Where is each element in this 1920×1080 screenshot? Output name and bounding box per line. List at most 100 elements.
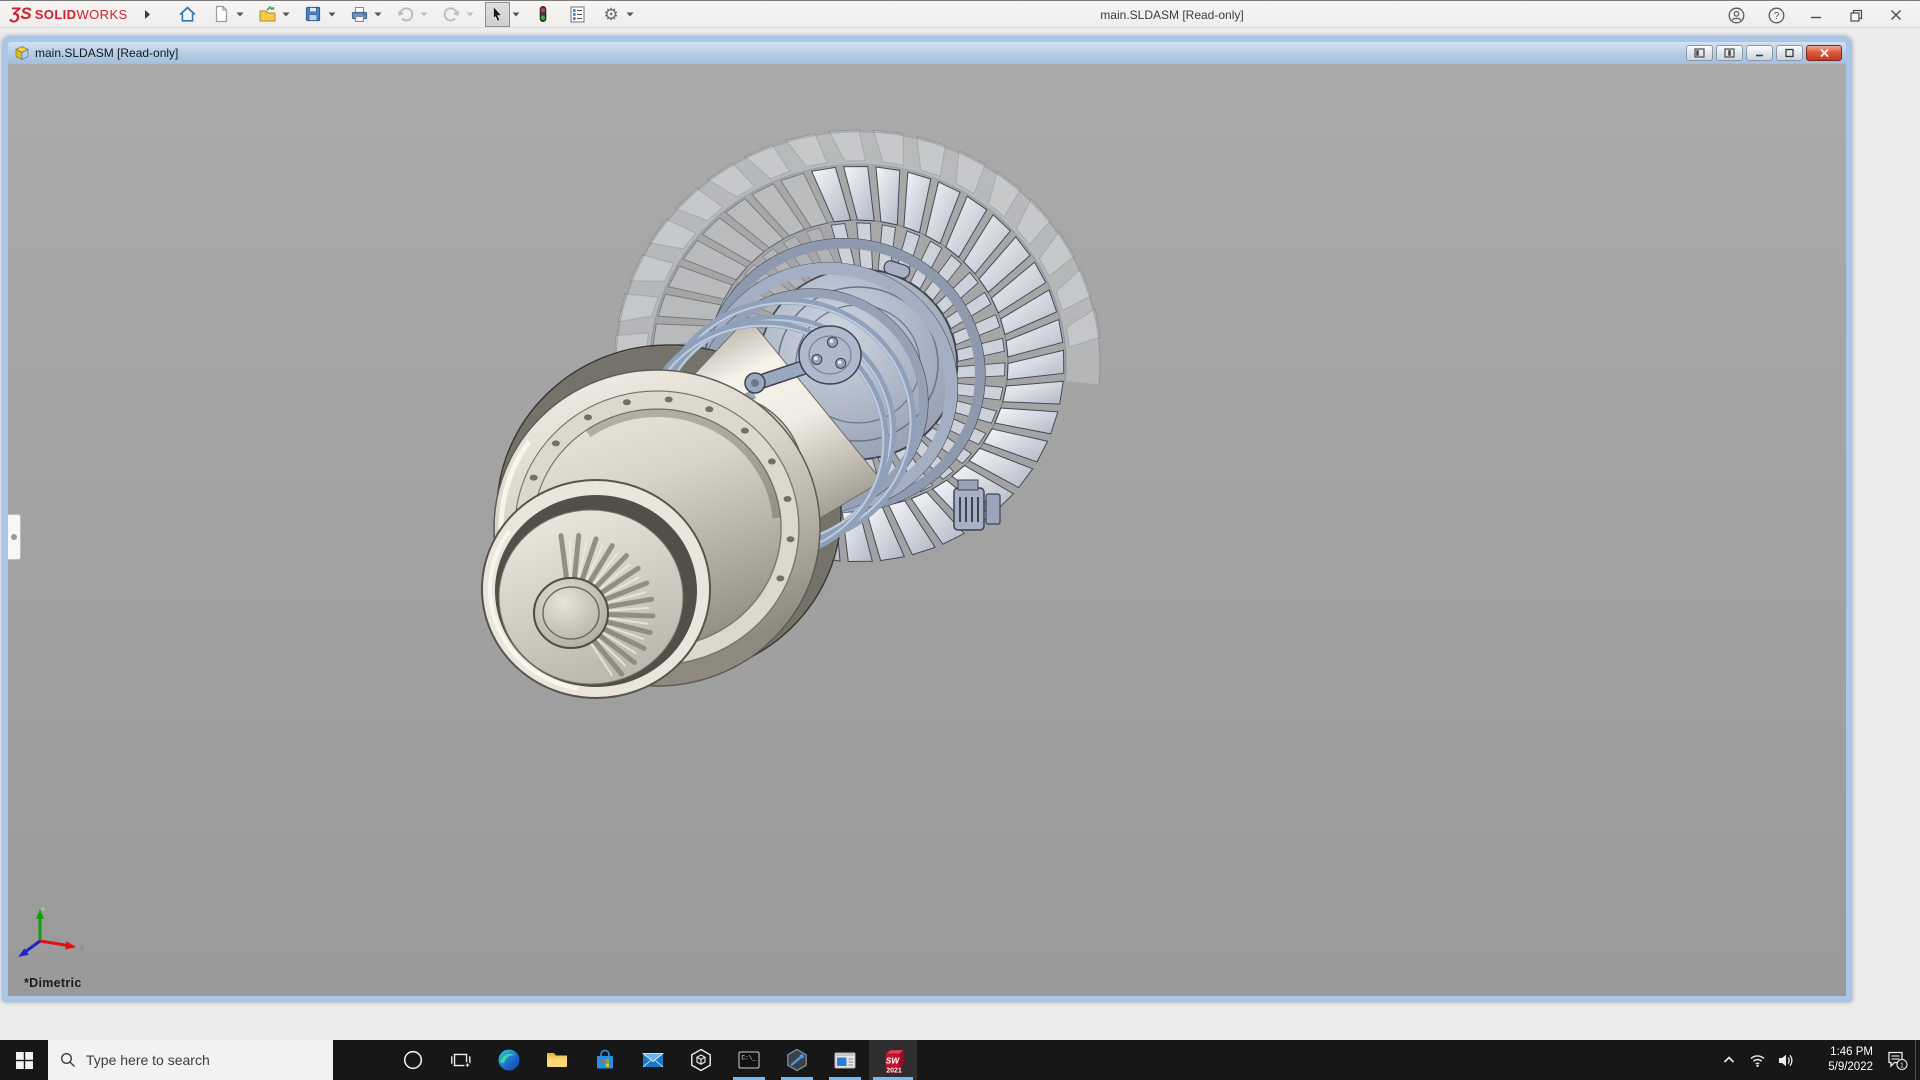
solidworks-2021-icon: SW 2021	[880, 1047, 907, 1074]
search-input[interactable]	[86, 1052, 316, 1068]
tray-wifi-button[interactable]	[1743, 1040, 1771, 1080]
show-pane-right-button[interactable]	[1716, 45, 1743, 61]
edge-icon	[496, 1047, 522, 1073]
file-properties-button[interactable]	[565, 2, 590, 27]
select-tool-dropdown[interactable]	[511, 2, 522, 27]
rebuild-traffic-light-icon	[534, 5, 552, 23]
clock-date: 5/9/2022	[1803, 1060, 1873, 1075]
screen: ƷS SOLID WORKS	[0, 0, 1920, 1080]
edrawings-icon	[784, 1047, 810, 1073]
close-button[interactable]	[1876, 1, 1916, 29]
taskbar-search[interactable]	[48, 1040, 333, 1080]
help-button[interactable]: ?	[1756, 1, 1796, 29]
save-icon	[304, 5, 322, 23]
redo-icon	[442, 5, 461, 24]
jet-engine-3d-model[interactable]	[8, 64, 1846, 996]
task-view-icon	[449, 1048, 473, 1072]
taskbar-solidworks-button[interactable]: SW 2021	[869, 1040, 917, 1080]
undo-dropdown[interactable]	[419, 2, 430, 27]
tray-volume-button[interactable]	[1771, 1040, 1799, 1080]
taskbar: C:\_	[0, 1040, 1920, 1080]
restore-icon	[1849, 8, 1864, 23]
taskbar-store-button[interactable]	[581, 1040, 629, 1080]
document-titlebar[interactable]: main.SLDASM [Read-only]	[8, 42, 1846, 64]
select-arrow-icon	[488, 5, 506, 23]
taskbar-edge-button[interactable]	[485, 1040, 533, 1080]
action-center-button[interactable]: 1	[1879, 1040, 1915, 1080]
home-button[interactable]	[175, 2, 200, 27]
print-dropdown[interactable]	[373, 2, 384, 27]
redo-dropdown[interactable]	[465, 2, 476, 27]
taskbar-clock[interactable]: 1:46 PM 5/9/2022	[1803, 1045, 1873, 1075]
splitter-grip-icon	[11, 534, 17, 540]
logo-text-light: WORKS	[76, 7, 127, 22]
restore-button[interactable]	[1836, 1, 1876, 29]
taskbar-cortana-button[interactable]	[389, 1040, 437, 1080]
save-dropdown[interactable]	[327, 2, 338, 27]
print-icon	[350, 5, 369, 24]
taskbar-app-icons: C:\_	[389, 1040, 917, 1080]
orientation-triad[interactable]: x	[10, 906, 88, 984]
wifi-icon	[1749, 1052, 1766, 1069]
volume-icon	[1777, 1052, 1794, 1069]
document-restore-button[interactable]	[1776, 45, 1803, 61]
taskbar-3d-viewer-button[interactable]	[677, 1040, 725, 1080]
redo-button[interactable]	[439, 2, 464, 27]
app-window-controls: ?	[1716, 1, 1916, 29]
solidworks-logo-mark-icon: ƷS	[10, 4, 32, 24]
new-document-dropdown[interactable]	[235, 2, 246, 27]
cortana-icon	[401, 1048, 425, 1072]
open-dropdown[interactable]	[281, 2, 292, 27]
open-button[interactable]	[255, 2, 280, 27]
sw-letters: SW	[885, 1055, 900, 1065]
undo-button[interactable]	[393, 2, 418, 27]
taskbar-edrawings-button[interactable]	[773, 1040, 821, 1080]
tray-chevron-button[interactable]	[1715, 1040, 1743, 1080]
triad-y-tip-dot	[41, 907, 45, 911]
app-window-icon	[832, 1047, 858, 1073]
svg-text:?: ?	[1773, 11, 1779, 22]
file-properties-icon	[568, 5, 587, 24]
account-button[interactable]	[1716, 1, 1756, 29]
search-icon	[60, 1052, 76, 1068]
start-button[interactable]	[0, 1040, 48, 1080]
minimize-button[interactable]	[1796, 1, 1836, 29]
taskbar-app-window-button[interactable]	[821, 1040, 869, 1080]
toolbar-flyout-arrow-icon[interactable]	[144, 9, 151, 20]
show-pane-left-button[interactable]	[1686, 45, 1713, 61]
options-button[interactable]: ⚙	[599, 2, 624, 27]
save-button[interactable]	[301, 2, 326, 27]
cmd-prompt-text: C:\_	[742, 1055, 757, 1062]
help-icon: ?	[1768, 7, 1785, 24]
file-explorer-icon	[544, 1047, 570, 1073]
featuremanager-splitter-tab[interactable]	[8, 514, 21, 560]
open-folder-icon	[258, 5, 277, 24]
print-button[interactable]	[347, 2, 372, 27]
mail-icon	[640, 1047, 666, 1073]
options-dropdown[interactable]	[625, 2, 636, 27]
solidworks-logo: ƷS SOLID WORKS	[10, 4, 128, 24]
document-close-button[interactable]	[1806, 45, 1842, 61]
quick-access-toolbar: ⚙	[175, 0, 636, 28]
taskbar-file-explorer-button[interactable]	[533, 1040, 581, 1080]
rebuild-button[interactable]	[531, 2, 556, 27]
taskbar-task-view-button[interactable]	[437, 1040, 485, 1080]
document-minimize-button[interactable]	[1746, 45, 1773, 61]
notification-badge: 1	[1900, 1060, 1904, 1069]
assembly-document-icon	[14, 45, 30, 61]
taskbar-command-prompt-button[interactable]: C:\_	[725, 1040, 773, 1080]
windows-logo-icon	[16, 1052, 33, 1069]
graphics-viewport[interactable]: x *Dimetric	[8, 64, 1846, 996]
taskbar-mail-button[interactable]	[629, 1040, 677, 1080]
select-tool-button[interactable]	[485, 2, 510, 27]
system-tray: 1:46 PM 5/9/2022 1	[1715, 1040, 1920, 1080]
account-icon	[1728, 7, 1745, 24]
store-icon	[592, 1047, 618, 1073]
app-titlebar: ƷS SOLID WORKS	[0, 0, 1920, 28]
show-desktop-button[interactable]	[1915, 1040, 1920, 1080]
new-document-button[interactable]	[209, 2, 234, 27]
view-orientation-label: *Dimetric	[24, 976, 82, 990]
logo-text-bold: SOLID	[35, 7, 77, 22]
document-window: main.SLDASM [Read-only]	[2, 36, 1852, 1002]
action-center-icon: 1	[1886, 1049, 1908, 1071]
